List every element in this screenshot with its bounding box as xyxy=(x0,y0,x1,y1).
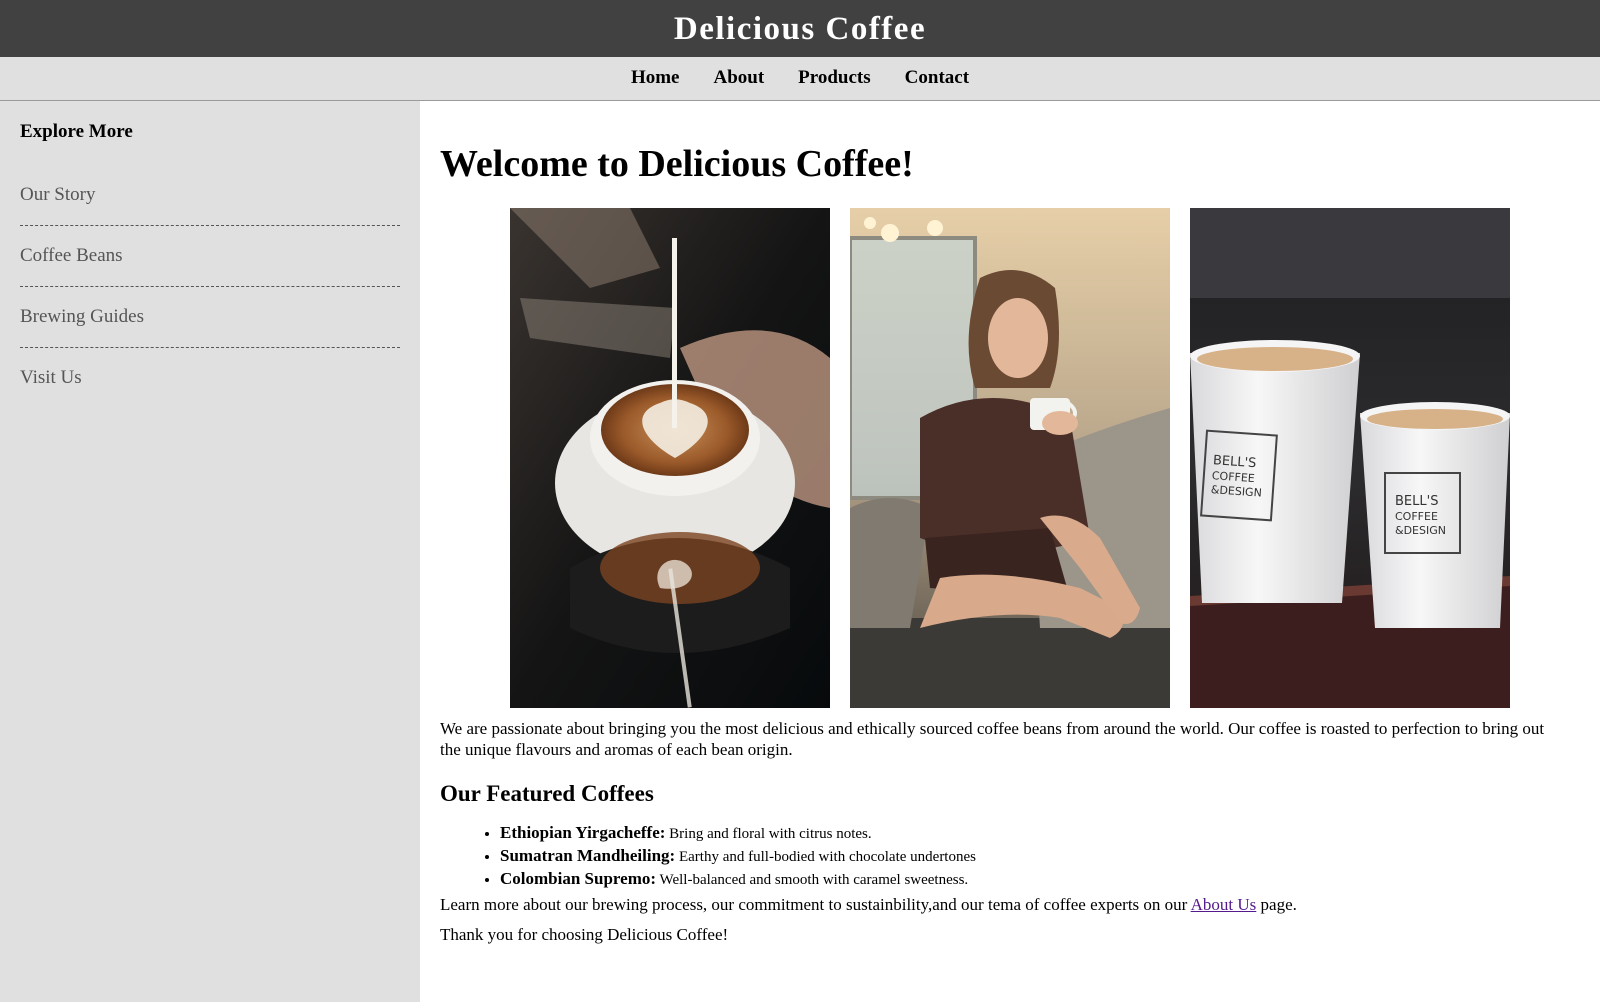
sidebar-item-our-story[interactable]: Our Story xyxy=(20,165,400,226)
main-nav: Home About Products Contact xyxy=(0,57,1600,101)
list-item: Sumatran Mandheiling: Earthy and full-bo… xyxy=(500,845,1400,868)
sidebar-item-brewing-guides[interactable]: Brewing Guides xyxy=(20,287,400,348)
learn-more-paragraph: Learn more about our brewing process, ou… xyxy=(440,894,1560,915)
site-header: Delicious Coffee xyxy=(0,0,1600,57)
woman-with-coffee-photo xyxy=(850,208,1170,708)
nav-contact[interactable]: Contact xyxy=(905,67,969,89)
nav-products[interactable]: Products xyxy=(798,67,870,89)
coffee-name: Sumatran Mandheiling: xyxy=(500,846,676,865)
cup-print-line-3b: &DESIGN xyxy=(1395,524,1446,537)
sidebar-item-coffee-beans[interactable]: Coffee Beans xyxy=(20,226,400,287)
sidebar-item-visit-us[interactable]: Visit Us xyxy=(20,348,400,408)
cup-print-line-2b: COFFEE xyxy=(1395,510,1438,523)
coffee-name: Ethiopian Yirgacheffe: xyxy=(500,823,666,842)
cup-print-line-1b: BELL'S xyxy=(1395,494,1438,509)
featured-heading: Our Featured Coffees xyxy=(440,781,654,806)
image-gallery: BELL'S COFFEE &DESIGN BELL'S COFFEE &DES… xyxy=(440,208,1560,708)
about-us-link[interactable]: About Us xyxy=(1191,895,1257,914)
coffee-description: Bring and floral with citrus notes. xyxy=(665,826,872,842)
sidebar-list: Our Story Coffee Beans Brewing Guides Vi… xyxy=(20,165,400,408)
site-title: Delicious Coffee xyxy=(673,11,927,47)
thank-you-text: Thank you for choosing Delicious Coffee! xyxy=(440,925,729,944)
nav-home[interactable]: Home xyxy=(631,67,680,89)
featured-coffee-list: Ethiopian Yirgacheffe: Bring and floral … xyxy=(460,822,1400,891)
latte-art-photo xyxy=(510,208,830,708)
paper-cups-photo: BELL'S COFFEE &DESIGN BELL'S COFFEE &DES… xyxy=(1190,208,1510,708)
list-item: Colombian Supremo: Well-balanced and smo… xyxy=(500,868,1400,891)
coffee-description: Well-balanced and smooth with caramel sw… xyxy=(656,872,969,888)
sidebar-heading: Explore More xyxy=(20,121,133,142)
list-item: Ethiopian Yirgacheffe: Bring and floral … xyxy=(500,822,1400,845)
page-title: Welcome to Delicious Coffee! xyxy=(440,143,914,185)
sidebar: Explore More Our Story Coffee Beans Brew… xyxy=(0,101,420,1002)
nav-about[interactable]: About xyxy=(713,67,764,89)
coffee-name: Colombian Supremo: xyxy=(500,869,657,888)
learn-more-text: Learn more about our brewing process, ou… xyxy=(440,895,1191,914)
coffee-description: Earthy and full-bodied with chocolate un… xyxy=(675,849,976,865)
cup-print-line-1: BELL'S xyxy=(1212,453,1256,471)
learn-more-suffix: page. xyxy=(1256,895,1297,914)
intro-paragraph: We are passionate about bringing you the… xyxy=(440,719,1545,759)
